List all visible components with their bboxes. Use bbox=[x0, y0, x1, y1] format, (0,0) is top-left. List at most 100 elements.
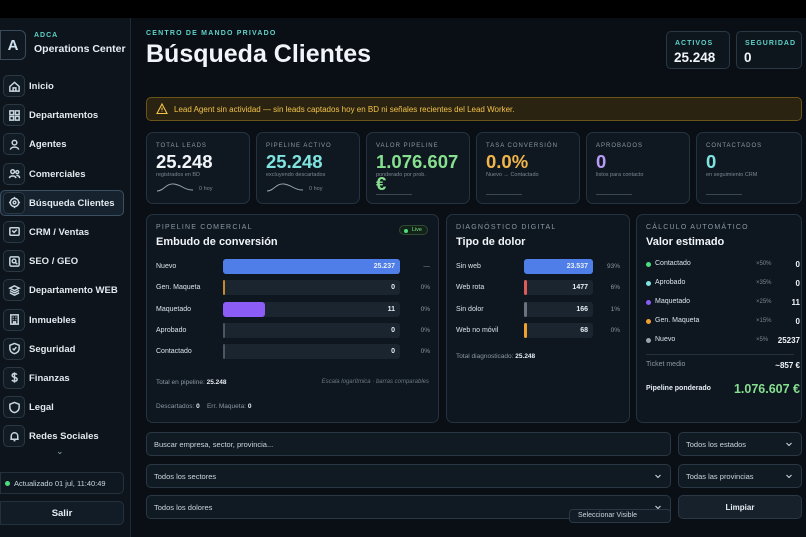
funnel-stage-pct: 0% bbox=[420, 284, 430, 292]
diagnosed-total-value: 25.248 bbox=[515, 353, 536, 360]
diagnostic-panel: DIAGNÓSTICO DIGITAL Tipo de dolor Sin we… bbox=[446, 214, 630, 423]
sidebar-item-redes-sociales[interactable]: Redes Sociales bbox=[0, 424, 131, 450]
estimate-row: Aprobado ×35% 0 bbox=[646, 278, 800, 290]
last-update-text: Actualizado 01 jul, 11:40:49 bbox=[14, 478, 106, 488]
kpi-baseline bbox=[706, 194, 742, 195]
panel-title: Embudo de conversión bbox=[156, 236, 278, 248]
sidebar-item-búsqueda-clientes[interactable]: Búsqueda Clientes bbox=[0, 189, 131, 217]
kpi-card: CONTACTADOS 0 en seguimiento CRM bbox=[696, 132, 802, 204]
pain-bar-track: 1477 bbox=[524, 280, 593, 296]
funnel-stage-pct: 0% bbox=[420, 305, 430, 313]
stage-value: 25237 bbox=[777, 336, 800, 345]
sidebar-item-finanzas[interactable]: Finanzas bbox=[0, 366, 131, 392]
pain-value: 166 bbox=[576, 305, 588, 313]
sidebar-item-label: Seguridad bbox=[29, 343, 76, 355]
funnel-bar bbox=[223, 344, 225, 360]
pain-pct: 6% bbox=[610, 284, 620, 292]
weighted-pipeline-value: 1.076.607 € bbox=[733, 382, 800, 396]
kpi-card: TOTAL LEADS 25.248 registrados en BD 0 hoy bbox=[146, 132, 250, 204]
funnel-stage-value: 0 bbox=[391, 326, 395, 334]
sidebar-item-label: Departamentos bbox=[29, 110, 99, 122]
funnel-stage-pct: 0% bbox=[420, 326, 430, 334]
sidebar-item-inmuebles[interactable]: Inmuebles bbox=[0, 308, 131, 334]
diagnostic-row: Web rota 1477 6% bbox=[456, 280, 622, 296]
sidebar-item-inicio[interactable]: Inicio bbox=[0, 74, 131, 100]
kpi-label: CONTACTADOS bbox=[706, 143, 763, 149]
sidebar-item-legal[interactable]: Legal bbox=[0, 395, 131, 421]
kpi-label: APROBADOS bbox=[596, 143, 644, 149]
kpi-hint: 0 hoy bbox=[199, 186, 213, 192]
grid-icon bbox=[3, 104, 25, 127]
ticket-row: Ticket medio ~857 € bbox=[646, 360, 800, 372]
diagnosed-total-label: Total diagnosticado: bbox=[456, 353, 514, 360]
chevron-down-icon bbox=[655, 474, 661, 479]
panel-title: Tipo de dolor bbox=[456, 236, 526, 248]
clear-filters-button[interactable]: Limpiar bbox=[678, 495, 802, 519]
sidebar-item-label: Inmuebles bbox=[29, 314, 76, 326]
kpi-hint: 0 hoy bbox=[309, 186, 323, 192]
sidebar-item-seguridad[interactable]: Seguridad bbox=[0, 337, 131, 363]
funnel-bar-track: 0 bbox=[223, 280, 400, 296]
panel-eyebrow: CÁLCULO AUTOMÁTICO bbox=[646, 224, 749, 231]
stage-multiplier: ×35% bbox=[756, 280, 772, 286]
kpi-label: PIPELINE ACTIVO bbox=[266, 143, 332, 149]
dollar-icon bbox=[3, 366, 25, 389]
stat-seguridad: SEGURIDAD 0 bbox=[736, 31, 802, 69]
kpi-sub: excluyendo descartados bbox=[266, 172, 326, 178]
estimate-row: Maquetado ×25% 11 bbox=[646, 297, 800, 309]
discarded-summary: Descartados: 0 Err. Maqueta: 0 bbox=[156, 403, 251, 410]
funnel-bar bbox=[223, 280, 225, 296]
pain-pct: 93% bbox=[606, 263, 620, 270]
province-select[interactable]: Todas las provincias bbox=[678, 464, 802, 488]
kpi-sub: listos para contacto bbox=[596, 172, 644, 178]
funnel-stage-label: Contactado bbox=[156, 348, 192, 356]
pain-label: Sin web bbox=[456, 263, 481, 270]
stage-dot bbox=[646, 300, 651, 305]
stage-label: Aprobado bbox=[655, 279, 686, 286]
sidebar-item-agentes[interactable]: Agentes bbox=[0, 132, 131, 158]
sector-select[interactable]: Todos los sectores bbox=[146, 464, 671, 488]
province-select-value: Todas las provincias bbox=[686, 471, 754, 481]
pain-bar bbox=[524, 280, 527, 296]
sidebar-item-departamento-web[interactable]: Departamento WEB bbox=[0, 278, 131, 304]
state-select[interactable]: Todos los estados bbox=[678, 432, 802, 456]
estimate-row: Gen. Maqueta ×15% 0 bbox=[646, 316, 800, 328]
ticket-label: Ticket medio bbox=[646, 361, 686, 368]
sidebar-item-comerciales[interactable]: Comerciales bbox=[0, 162, 131, 188]
stage-label: Contactado bbox=[655, 260, 691, 267]
home-icon bbox=[3, 75, 25, 97]
funnel-stage-value: 25.237 bbox=[373, 263, 395, 270]
search-input[interactable]: Buscar empresa, sector, provincia... bbox=[146, 432, 671, 456]
brand-logo: A bbox=[0, 30, 26, 60]
select-visible-button[interactable]: Seleccionar Visible bbox=[569, 509, 671, 523]
stat-activos: ACTIVOS 25.248 bbox=[666, 31, 730, 69]
diagnostic-row: Web no móvil 68 0% bbox=[456, 322, 622, 339]
kpi-sub: ponderado por prob. bbox=[376, 172, 426, 178]
stat-label: SEGURIDAD bbox=[745, 40, 797, 47]
stage-value: 0 bbox=[795, 260, 800, 269]
pain-bar bbox=[524, 322, 527, 338]
stat-value: 0 bbox=[744, 50, 752, 65]
chevron-down-icon bbox=[786, 442, 792, 447]
sidebar-item-departamentos[interactable]: Departamentos bbox=[0, 103, 131, 129]
status-dot bbox=[5, 481, 10, 486]
stat-value: 25.248 bbox=[674, 50, 716, 65]
logout-button[interactable]: Salir bbox=[0, 501, 124, 525]
chevron-down-icon bbox=[786, 474, 792, 479]
estimate-panel: CÁLCULO AUTOMÁTICO Valor estimado Contac… bbox=[636, 214, 802, 423]
kpi-card: APROBADOS 0 listos para contacto bbox=[586, 132, 690, 204]
chevron-down-icon[interactable]: ⌄ bbox=[56, 446, 64, 457]
sidebar-item-seo-geo[interactable]: SEO / GEO bbox=[0, 249, 131, 275]
weighted-pipeline-row: Pipeline ponderado 1.076.607 € bbox=[646, 382, 800, 398]
funnel-stage-label: Gen. Maqueta bbox=[156, 284, 201, 292]
warning-icon bbox=[156, 103, 168, 115]
brand-org: ADCA bbox=[34, 32, 59, 39]
funnel-row: Aprobado 0 0% bbox=[156, 322, 431, 339]
sidebar-item-crm-ventas[interactable]: CRM / Ventas bbox=[0, 220, 131, 246]
kpi-value: 0.0% bbox=[486, 151, 529, 172]
ticket-value: ~857 € bbox=[775, 361, 800, 370]
users-icon bbox=[3, 162, 25, 185]
kpi-baseline bbox=[596, 194, 632, 195]
funnel-row: Nuevo 25.237 — bbox=[156, 259, 431, 275]
pain-bar-track: 166 bbox=[524, 301, 593, 317]
